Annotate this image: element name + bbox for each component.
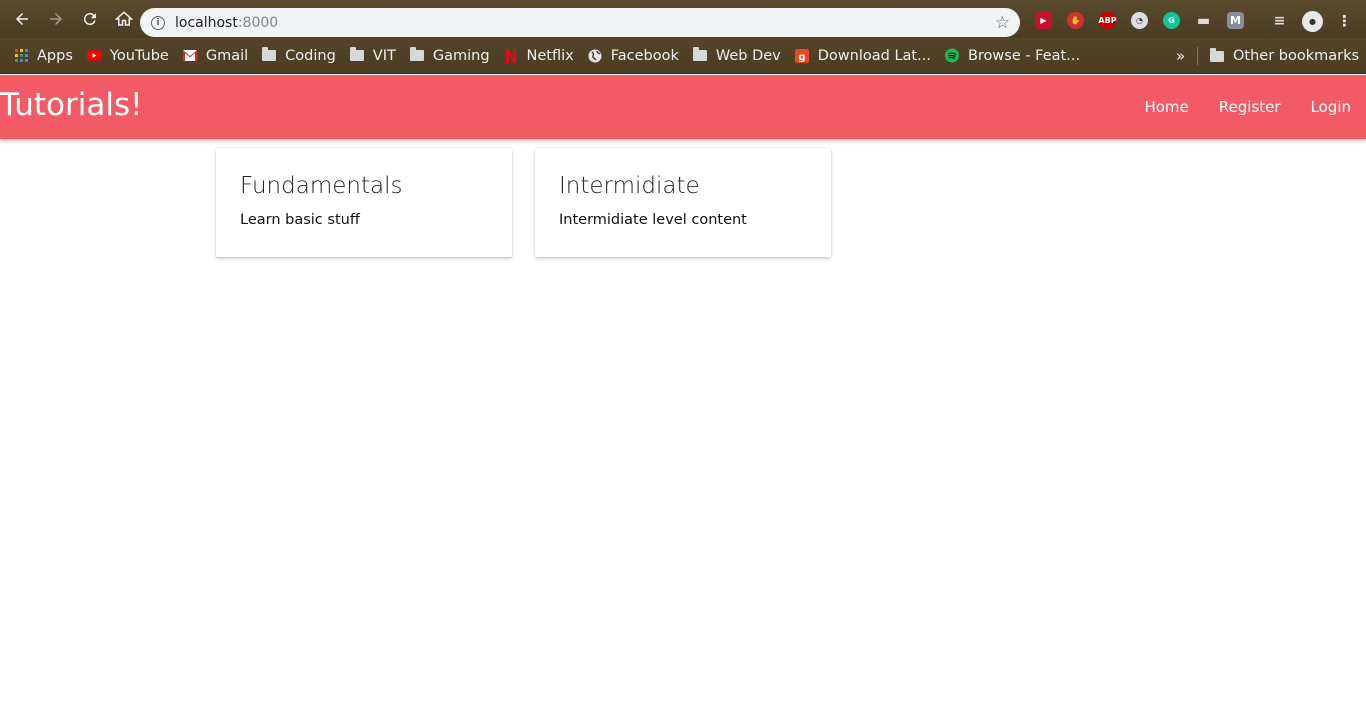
gmail-icon <box>182 49 197 63</box>
bookmark-label: Web Dev <box>715 47 781 64</box>
svg-text:g: g <box>798 52 805 63</box>
nav-register-link[interactable]: Register <box>1204 98 1296 116</box>
grammarly-icon[interactable]: G <box>1163 12 1180 29</box>
bookmark-folder-vit[interactable]: VIT <box>342 38 402 74</box>
folder-icon <box>349 47 364 63</box>
nav-home-link[interactable]: Home <box>1129 98 1203 116</box>
menu-dots-icon[interactable]: ⋮ <box>1336 12 1353 30</box>
extension-red-icon[interactable]: ▶ <box>1035 12 1052 29</box>
nav-links: Home Register Login <box>1129 75 1366 139</box>
tutorial-card-intermediate[interactable]: Intermidiate Intermidiate level content <box>535 148 831 257</box>
bookmark-label: VIT <box>372 47 396 64</box>
profile-avatar-icon[interactable]: ● <box>1302 11 1323 32</box>
bookmark-facebook[interactable]: Facebook <box>580 38 685 74</box>
nav-login-link[interactable]: Login <box>1296 98 1366 116</box>
adblock-icon[interactable]: ABP <box>1098 12 1117 29</box>
card-title: Intermidiate <box>559 173 700 199</box>
bookmark-label: Other bookmarks <box>1233 48 1360 64</box>
arrow-left-icon <box>16 13 28 25</box>
folder-icon <box>262 47 277 63</box>
home-button[interactable] <box>111 6 137 32</box>
site-navbar: Tutorials! Home Register Login <box>0 75 1366 139</box>
bookmark-folder-coding[interactable]: Coding <box>254 38 342 74</box>
back-button[interactable] <box>9 6 35 32</box>
url-text: localhost:8000 <box>175 14 279 31</box>
folder-icon <box>692 47 707 63</box>
bookmark-folder-webdev[interactable]: Web Dev <box>685 38 787 74</box>
bookmarks-divider <box>1197 47 1198 65</box>
site-brand[interactable]: Tutorials! <box>0 87 143 123</box>
extension-cast-icon[interactable]: ▬ <box>1195 12 1212 29</box>
bookmark-folder-gaming[interactable]: Gaming <box>402 38 496 74</box>
address-bar[interactable]: i localhost:8000 ☆ <box>140 8 1020 37</box>
bookmark-gmail[interactable]: Gmail <box>175 38 254 74</box>
media-playlist-icon[interactable]: ≡ <box>1271 12 1288 29</box>
arrow-right-icon <box>50 13 62 25</box>
bookmark-apps[interactable]: Apps <box>0 38 79 74</box>
bookmark-label: YouTube <box>109 47 169 64</box>
reload-button[interactable] <box>77 6 103 32</box>
download-site-icon: g <box>794 48 809 63</box>
card-text: Intermidiate level content <box>559 212 747 228</box>
globe-icon <box>588 49 602 63</box>
folder-icon <box>1210 47 1224 63</box>
forward-button[interactable] <box>43 6 69 32</box>
bookmark-label: Browse - Feat... <box>967 47 1081 64</box>
bookmark-label: Gaming <box>432 47 490 64</box>
reload-icon <box>83 13 96 26</box>
bookmark-star-icon[interactable]: ☆ <box>995 13 1010 33</box>
bookmark-label: Coding <box>285 47 336 64</box>
netflix-icon <box>504 48 518 63</box>
bookmark-youtube[interactable]: YouTube <box>79 38 175 74</box>
bookmark-download[interactable]: g Download Lat... <box>787 38 937 74</box>
bookmark-netflix[interactable]: Netflix <box>496 38 580 74</box>
bookmark-label: Netflix <box>526 47 574 64</box>
browser-toolbar: i localhost:8000 ☆ ▶ ✋ ABP ◔ G ▬ M ≡ ● ⋮ <box>0 0 1366 38</box>
bookmarks-overflow-button[interactable]: » <box>1176 38 1185 74</box>
folder-icon <box>409 47 424 63</box>
bookmark-label: Gmail <box>205 47 249 64</box>
bookmarks-bar: Apps YouTube Gmail Coding VIT Gaming Net… <box>0 38 1366 74</box>
bookmark-label: Facebook <box>610 47 679 64</box>
card-text: Learn basic stuff <box>240 212 360 228</box>
tutorial-card-fundamentals[interactable]: Fundamentals Learn basic stuff <box>216 148 512 257</box>
extension-m-icon[interactable]: M <box>1227 12 1244 29</box>
extension-gauge-icon[interactable]: ◔ <box>1131 12 1148 29</box>
bookmark-other[interactable]: Other bookmarks <box>1202 38 1365 74</box>
apps-grid-icon <box>14 49 28 63</box>
home-icon <box>115 11 133 26</box>
bookmark-label: Download Lat... <box>817 47 931 64</box>
spotify-icon <box>944 48 959 63</box>
info-icon[interactable]: i <box>151 15 165 30</box>
youtube-icon <box>86 49 101 63</box>
bookmark-label: Apps <box>37 47 73 64</box>
bookmark-spotify[interactable]: Browse - Feat... <box>937 38 1086 74</box>
extension-hand-icon[interactable]: ✋ <box>1067 12 1084 29</box>
card-title: Fundamentals <box>240 173 403 199</box>
